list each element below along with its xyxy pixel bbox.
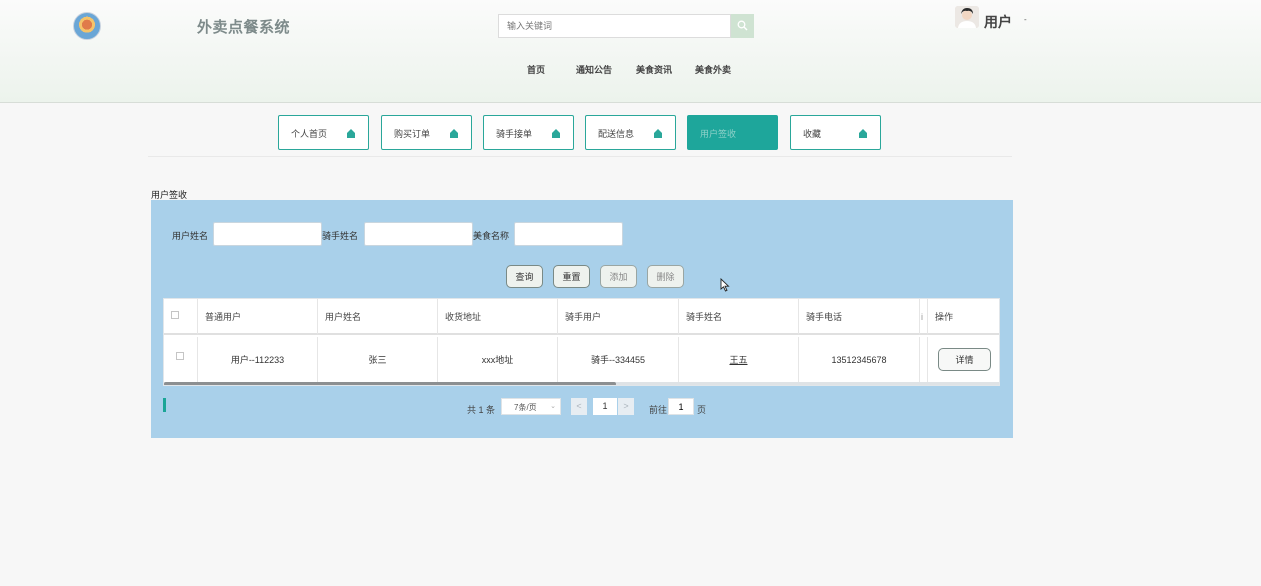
site-logo[interactable]: [73, 12, 101, 40]
col-header-actions: 操作: [928, 299, 999, 335]
user-avatar[interactable]: [955, 6, 979, 28]
tab-label: 个人首页: [291, 129, 328, 139]
reset-button[interactable]: 重置: [553, 265, 590, 288]
content-panel: 用户姓名 骑手姓名 美食名称 查询 重置 添加 删除 普通用户 用户姓名 收货地…: [151, 200, 1013, 438]
tab-label: 骑手接单: [496, 129, 533, 139]
search-icon: [737, 20, 748, 31]
row-checkbox[interactable]: [176, 352, 184, 360]
next-page-button[interactable]: >: [618, 398, 634, 415]
tab-label: 购买订单: [394, 129, 431, 139]
table-cell: 用户--112233: [198, 337, 318, 383]
divider: [148, 156, 1012, 157]
col-header-truncated: i: [920, 299, 928, 335]
user-name[interactable]: 用户: [984, 12, 1012, 32]
home-icon: [552, 129, 560, 138]
nav-notice[interactable]: 通知公告: [576, 63, 612, 76]
tab-favorites[interactable]: 收藏: [790, 115, 881, 150]
user-name-input[interactable]: [213, 222, 322, 246]
col-header[interactable]: 骑手电话: [799, 299, 920, 335]
table-cell: xxx地址: [438, 337, 558, 383]
col-header[interactable]: 骑手用户: [558, 299, 679, 335]
food-name-label: 美食名称: [473, 231, 510, 241]
query-button[interactable]: 查询: [506, 265, 543, 288]
page-size-value: 7条/页: [514, 403, 537, 412]
home-icon: [450, 129, 458, 138]
page-number[interactable]: 1: [593, 398, 617, 415]
table-cell: 13512345678: [799, 337, 920, 383]
row-select-cell: [164, 337, 198, 383]
data-table: 普通用户 用户姓名 收货地址 骑手用户 骑手姓名 骑手电话 i 操作 用户--1…: [163, 298, 1000, 386]
tab-personal-home[interactable]: 个人首页: [278, 115, 369, 150]
tab-label: 收藏: [803, 129, 822, 139]
pager-total: 共 1 条: [467, 405, 496, 415]
tab-label: 配送信息: [598, 129, 635, 139]
delete-button[interactable]: 删除: [647, 265, 684, 288]
table-cell: [920, 337, 928, 383]
goto-label: 前往: [649, 405, 668, 415]
scrollbar-thumb[interactable]: [164, 382, 616, 385]
nav-food-news[interactable]: 美食资讯: [636, 63, 672, 76]
chevron-down-icon: ⌄: [550, 403, 556, 410]
select-all-checkbox[interactable]: [171, 311, 179, 319]
accent-bar: [163, 398, 166, 412]
tab-delivery-info[interactable]: 配送信息: [585, 115, 676, 150]
food-name-input[interactable]: [514, 222, 623, 246]
nav-food-delivery[interactable]: 美食外卖: [695, 63, 731, 76]
tab-rider-orders[interactable]: 骑手接单: [483, 115, 574, 150]
detail-button[interactable]: 详情: [938, 348, 991, 371]
table-cell: 王五: [679, 337, 799, 383]
search-input[interactable]: [498, 14, 731, 38]
col-header[interactable]: 普通用户: [198, 299, 318, 335]
add-button[interactable]: 添加: [600, 265, 637, 288]
tab-user-sign[interactable]: 用户签收: [687, 115, 778, 150]
site-title: 外卖点餐系统: [197, 19, 291, 36]
top-header: 外卖点餐系统 用户 - 首页 通知公告 美食资讯 美食外卖: [0, 0, 1261, 103]
prev-page-button[interactable]: <: [571, 398, 587, 415]
col-header[interactable]: 用户姓名: [318, 299, 438, 335]
tab-purchase-orders[interactable]: 购买订单: [381, 115, 472, 150]
table-cell: 骑手--334455: [558, 337, 679, 383]
user-name-label: 用户姓名: [172, 231, 209, 241]
table-cell: 张三: [318, 337, 438, 383]
col-header[interactable]: 收货地址: [438, 299, 558, 335]
goto-page-input[interactable]: [668, 398, 694, 415]
tab-label: 用户签收: [700, 129, 737, 139]
mouse-cursor-icon: [720, 278, 730, 292]
search-button[interactable]: [731, 14, 754, 38]
col-header[interactable]: 骑手姓名: [679, 299, 799, 335]
main-nav: 首页 通知公告 美食资讯 美食外卖: [0, 63, 1261, 77]
page-size-select[interactable]: 7条/页 ⌄: [501, 398, 561, 415]
rider-name-label: 骑手姓名: [322, 231, 359, 241]
page-suffix: 页: [697, 405, 707, 415]
rider-name-input[interactable]: [364, 222, 473, 246]
home-icon: [859, 129, 867, 138]
header-select-cell: [164, 299, 198, 335]
home-icon: [654, 129, 662, 138]
nav-home[interactable]: 首页: [527, 63, 545, 76]
user-menu-caret[interactable]: -: [1024, 15, 1027, 24]
home-icon: [347, 129, 355, 138]
